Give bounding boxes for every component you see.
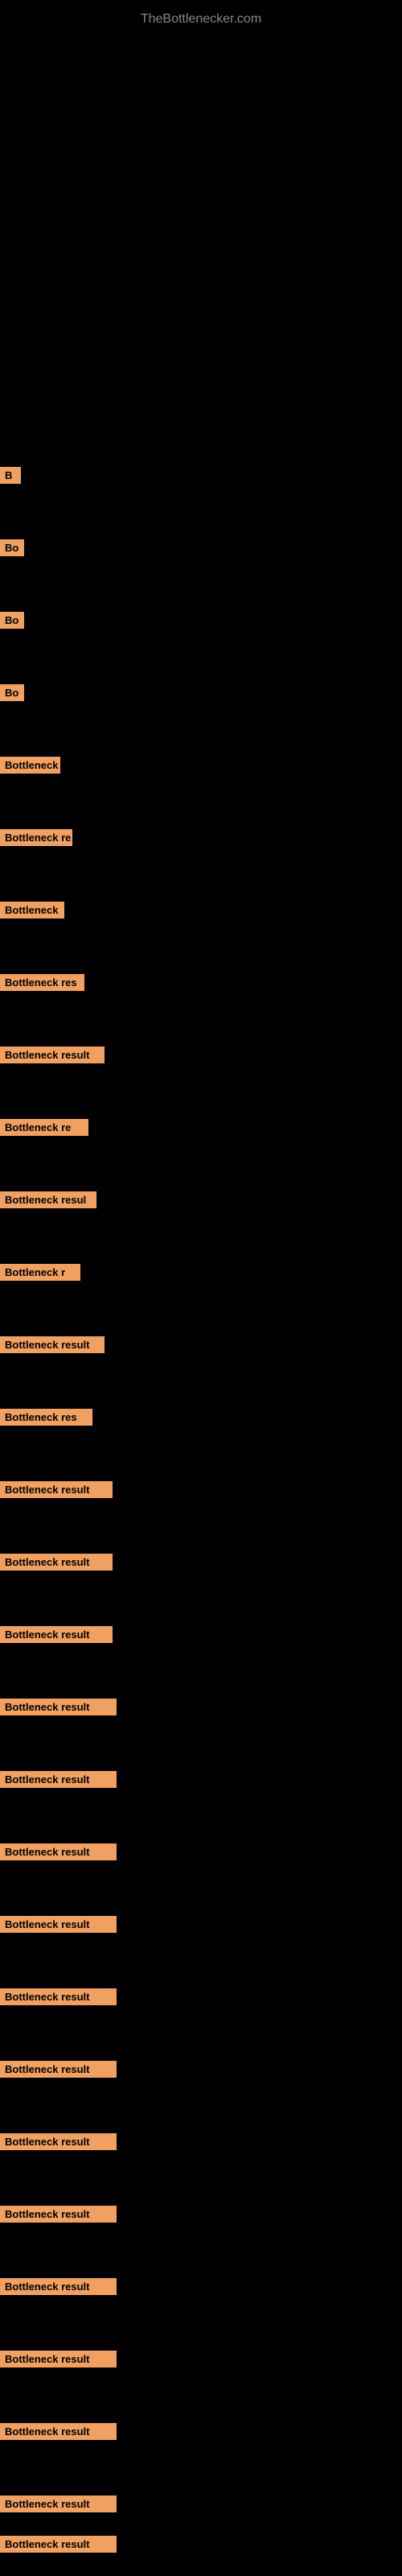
bottleneck-result-label: Bottleneck result bbox=[0, 2536, 117, 2553]
bottleneck-result-label: Bottleneck bbox=[0, 902, 64, 919]
bottleneck-result-label: Bottleneck result bbox=[0, 1843, 117, 1860]
bottleneck-result-label: Bottleneck result bbox=[0, 1046, 105, 1063]
bottleneck-result-label: Bottleneck result bbox=[0, 2061, 117, 2078]
bottleneck-result-label: Bottleneck result bbox=[0, 1988, 117, 2005]
bottleneck-result-label: Bo bbox=[0, 684, 24, 701]
bottleneck-result-label: Bottleneck result bbox=[0, 1626, 113, 1643]
bottleneck-result-label: Bo bbox=[0, 612, 24, 629]
bottleneck-result-label: Bottleneck re bbox=[0, 1119, 88, 1136]
bottleneck-result-label: Bottleneck result bbox=[0, 2496, 117, 2512]
site-title: TheBottlenecker.com bbox=[0, 4, 402, 35]
bottleneck-result-label: Bottleneck r bbox=[0, 1264, 80, 1281]
bottleneck-result-label: Bottleneck result bbox=[0, 2351, 117, 2368]
bottleneck-result-label: Bottleneck result bbox=[0, 1336, 105, 1353]
bottleneck-result-label: Bottleneck result bbox=[0, 1481, 113, 1498]
bottleneck-result-label: Bottleneck result bbox=[0, 2133, 117, 2150]
bottleneck-result-label: Bottleneck result bbox=[0, 1699, 117, 1715]
bottleneck-result-label: Bottleneck r bbox=[0, 757, 60, 774]
bottleneck-result-label: Bo bbox=[0, 539, 24, 556]
bottleneck-result-label: Bottleneck result bbox=[0, 1916, 117, 1933]
bottleneck-result-label: B bbox=[0, 467, 21, 484]
bottleneck-result-label: Bottleneck result bbox=[0, 2278, 117, 2295]
bottleneck-result-label: Bottleneck result bbox=[0, 2206, 117, 2223]
bottleneck-result-label: Bottleneck re bbox=[0, 829, 72, 846]
bottleneck-result-label: Bottleneck res bbox=[0, 1409, 92, 1426]
bottleneck-result-label: Bottleneck result bbox=[0, 1554, 113, 1571]
bottleneck-result-label: Bottleneck res bbox=[0, 974, 84, 991]
bottleneck-result-label: Bottleneck result bbox=[0, 2423, 117, 2440]
bottleneck-result-label: Bottleneck resul bbox=[0, 1191, 96, 1208]
bottleneck-result-label: Bottleneck result bbox=[0, 1771, 117, 1788]
